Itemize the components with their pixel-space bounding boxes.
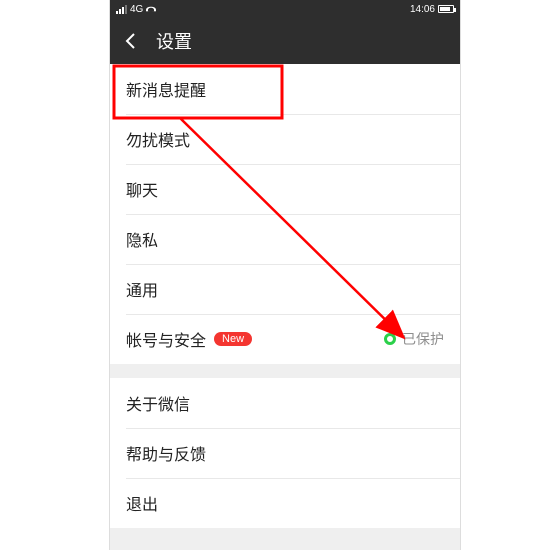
check-ok-icon [384, 333, 396, 345]
settings-group-2: 关于微信 帮助与反馈 退出 [110, 378, 460, 528]
row-label: 隐私 [126, 227, 158, 251]
settings-group-1: 新消息提醒 勿扰模式 聊天 隐私 通用 帐号与安全 New 已保护 [110, 64, 460, 364]
status-bar: 4G 14:06 [110, 0, 460, 18]
row-account-security[interactable]: 帐号与安全 New 已保护 [110, 314, 460, 364]
row-label: 勿扰模式 [126, 127, 190, 151]
wifi-icon [146, 5, 156, 13]
row-label: 通用 [126, 277, 158, 301]
row-help-feedback[interactable]: 帮助与反馈 [110, 428, 460, 478]
status-text: 已保护 [402, 329, 444, 349]
row-label: 帮助与反馈 [126, 441, 206, 465]
back-icon[interactable] [120, 30, 142, 52]
row-status: 已保护 [384, 329, 444, 349]
signal-icon [116, 5, 127, 14]
new-badge: New [214, 332, 252, 346]
row-logout[interactable]: 退出 [110, 478, 460, 528]
network-label: 4G [130, 4, 143, 15]
row-about-wechat[interactable]: 关于微信 [110, 378, 460, 428]
battery-icon [438, 5, 454, 13]
phone-frame: 4G 14:06 设置 新消息提醒 勿扰模式 聊天 隐私 通用 [110, 0, 460, 550]
status-right: 14:06 [410, 4, 454, 15]
row-general[interactable]: 通用 [110, 264, 460, 314]
page-title: 设置 [156, 28, 192, 54]
clock: 14:06 [410, 4, 435, 15]
group-gap [110, 364, 460, 378]
row-label: 帐号与安全 [126, 327, 206, 351]
row-label: 关于微信 [126, 391, 190, 415]
row-chat[interactable]: 聊天 [110, 164, 460, 214]
nav-bar: 设置 [110, 18, 460, 64]
row-do-not-disturb[interactable]: 勿扰模式 [110, 114, 460, 164]
row-new-message-notify[interactable]: 新消息提醒 [110, 64, 460, 114]
status-left: 4G [116, 4, 156, 15]
row-label: 新消息提醒 [126, 77, 206, 101]
row-label: 聊天 [126, 177, 158, 201]
row-label: 退出 [126, 491, 158, 515]
row-privacy[interactable]: 隐私 [110, 214, 460, 264]
